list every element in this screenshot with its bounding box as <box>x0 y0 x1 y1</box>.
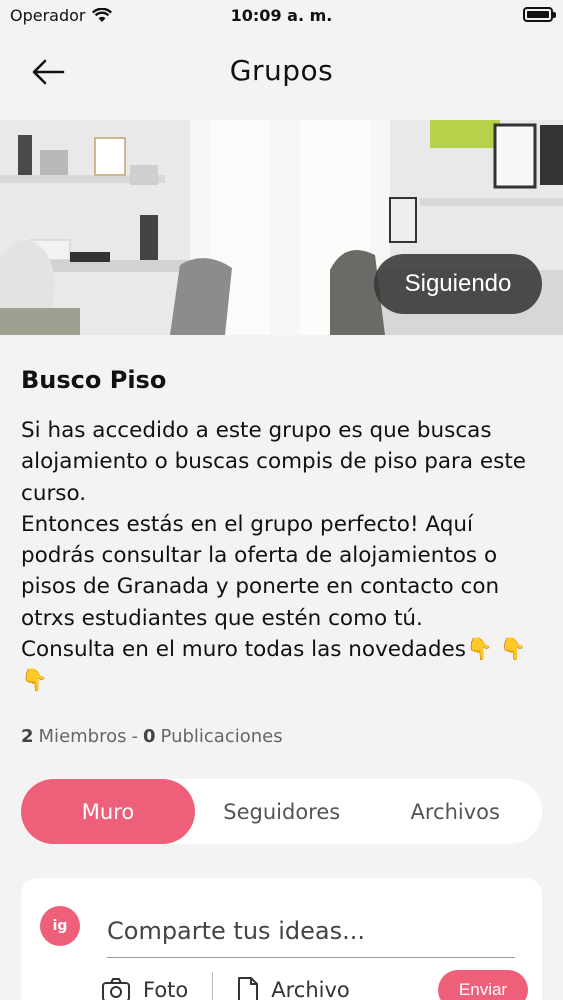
tab-muro[interactable]: Muro <box>21 779 195 844</box>
group-title: Busco Piso <box>21 366 167 394</box>
share-ideas-input[interactable] <box>107 904 515 958</box>
avatar: ig <box>40 906 80 946</box>
post-composer: ig Foto Archivo Enviar <box>21 878 542 1000</box>
group-tabs: Muro Seguidores Archivos <box>21 779 542 844</box>
page-title: Grupos <box>229 54 334 87</box>
posts-count: 0 <box>143 726 156 747</box>
file-button[interactable]: Archivo <box>237 976 350 1000</box>
status-bar: Operador 10:09 a. m. <box>0 0 563 34</box>
file-icon <box>238 977 259 1000</box>
members-count: 2 <box>21 726 34 747</box>
photo-button[interactable]: Foto <box>101 977 188 1000</box>
tab-seguidores[interactable]: Seguidores <box>195 779 369 844</box>
camera-icon <box>102 978 130 1000</box>
group-description: Si has accedido a este grupo es que busc… <box>21 418 527 694</box>
clock: 10:09 a. m. <box>230 6 333 25</box>
group-stats: 2 Miembros - 0 Publicaciones <box>21 726 283 747</box>
navigation-bar: Grupos <box>0 40 563 106</box>
members-label: Miembros <box>38 726 127 747</box>
file-label: Archivo <box>271 978 350 1000</box>
action-divider <box>212 972 214 1000</box>
composer-actions: Foto Archivo Enviar <box>101 970 528 1000</box>
stats-separator: - <box>131 726 139 747</box>
posts-label: Publicaciones <box>160 726 283 747</box>
battery-icon <box>523 7 556 22</box>
following-button[interactable]: Siguiendo <box>374 254 542 314</box>
send-button[interactable]: Enviar <box>438 970 528 1000</box>
photo-label: Foto <box>143 978 189 1000</box>
tab-archivos[interactable]: Archivos <box>369 779 543 844</box>
